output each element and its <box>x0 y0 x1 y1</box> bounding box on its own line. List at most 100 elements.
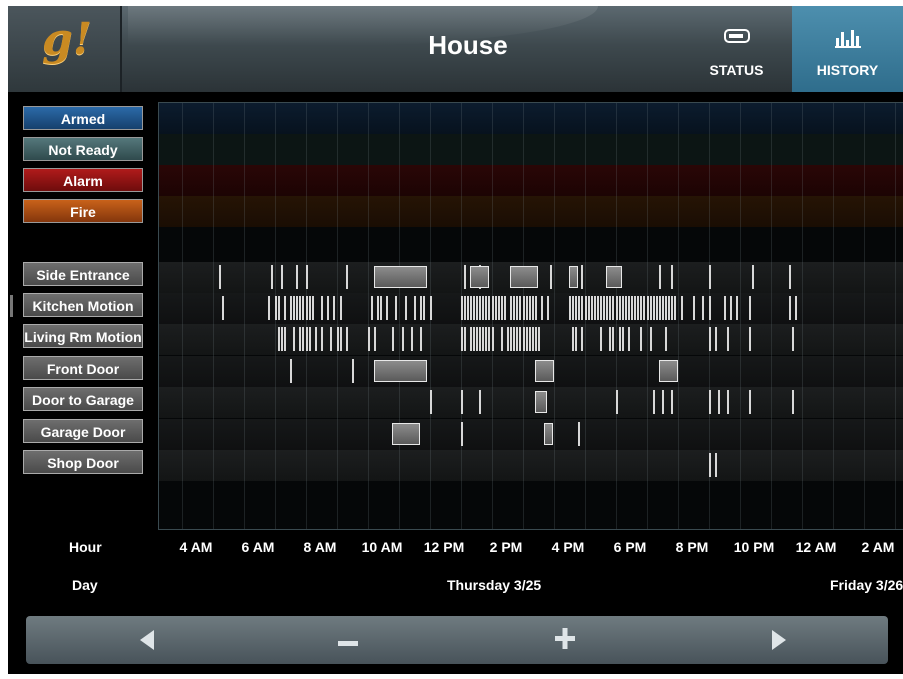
event-tick[interactable] <box>271 265 273 289</box>
event-tick[interactable] <box>333 296 335 320</box>
event-tick[interactable] <box>622 327 624 351</box>
event-tick[interactable] <box>377 296 379 320</box>
event-tick[interactable] <box>526 327 528 351</box>
event-tick[interactable] <box>306 265 308 289</box>
status-button[interactable]: STATUS <box>684 6 789 92</box>
event-tick[interactable] <box>299 296 301 320</box>
event-tick[interactable] <box>625 296 627 320</box>
event-block[interactable] <box>535 391 547 413</box>
event-tick[interactable] <box>340 296 342 320</box>
event-block[interactable] <box>374 266 427 288</box>
history-button[interactable]: HISTORY <box>792 6 903 92</box>
event-tick[interactable] <box>337 327 339 351</box>
event-tick[interactable] <box>293 296 295 320</box>
event-tick[interactable] <box>585 296 587 320</box>
event-block[interactable] <box>544 423 553 445</box>
event-tick[interactable] <box>532 296 534 320</box>
event-tick[interactable] <box>789 296 791 320</box>
event-tick[interactable] <box>659 265 661 289</box>
event-tick[interactable] <box>488 327 490 351</box>
event-tick[interactable] <box>526 296 528 320</box>
event-tick[interactable] <box>749 390 751 414</box>
event-tick[interactable] <box>792 327 794 351</box>
event-tick[interactable] <box>281 265 283 289</box>
event-tick[interactable] <box>702 296 704 320</box>
event-tick[interactable] <box>612 296 614 320</box>
event-tick[interactable] <box>550 265 552 289</box>
event-tick[interactable] <box>752 265 754 289</box>
event-tick[interactable] <box>290 296 292 320</box>
event-tick[interactable] <box>795 296 797 320</box>
event-tick[interactable] <box>578 296 580 320</box>
event-tick[interactable] <box>411 327 413 351</box>
event-tick[interactable] <box>650 327 652 351</box>
event-tick[interactable] <box>467 296 469 320</box>
event-tick[interactable] <box>628 296 630 320</box>
event-tick[interactable] <box>278 296 280 320</box>
event-tick[interactable] <box>464 296 466 320</box>
event-tick[interactable] <box>492 296 494 320</box>
event-tick[interactable] <box>306 327 308 351</box>
event-tick[interactable] <box>470 327 472 351</box>
event-tick[interactable] <box>495 296 497 320</box>
event-tick[interactable] <box>461 422 463 446</box>
event-tick[interactable] <box>461 296 463 320</box>
event-tick[interactable] <box>516 296 518 320</box>
event-tick[interactable] <box>430 390 432 414</box>
event-tick[interactable] <box>681 296 683 320</box>
event-block[interactable] <box>535 360 554 382</box>
event-tick[interactable] <box>535 296 537 320</box>
event-tick[interactable] <box>709 390 711 414</box>
event-tick[interactable] <box>529 296 531 320</box>
sensor-shop-door[interactable]: Shop Door <box>23 450 143 474</box>
event-tick[interactable] <box>380 296 382 320</box>
event-tick[interactable] <box>302 296 304 320</box>
event-tick[interactable] <box>479 390 481 414</box>
event-tick[interactable] <box>374 327 376 351</box>
event-tick[interactable] <box>395 296 397 320</box>
event-tick[interactable] <box>482 327 484 351</box>
zoom-in-button[interactable] <box>535 616 595 664</box>
event-tick[interactable] <box>631 296 633 320</box>
event-tick[interactable] <box>597 296 599 320</box>
event-tick[interactable] <box>498 296 500 320</box>
event-tick[interactable] <box>622 296 624 320</box>
event-tick[interactable] <box>523 296 525 320</box>
event-tick[interactable] <box>476 327 478 351</box>
event-tick[interactable] <box>523 327 525 351</box>
event-tick[interactable] <box>504 296 506 320</box>
event-tick[interactable] <box>222 296 224 320</box>
event-tick[interactable] <box>606 296 608 320</box>
event-tick[interactable] <box>674 296 676 320</box>
sensor-front-door[interactable]: Front Door <box>23 356 143 380</box>
event-tick[interactable] <box>402 327 404 351</box>
event-tick[interactable] <box>609 327 611 351</box>
event-tick[interactable] <box>309 327 311 351</box>
event-tick[interactable] <box>371 296 373 320</box>
event-tick[interactable] <box>656 296 658 320</box>
event-tick[interactable] <box>392 327 394 351</box>
event-tick[interactable] <box>724 296 726 320</box>
event-tick[interactable] <box>461 390 463 414</box>
event-tick[interactable] <box>619 296 621 320</box>
event-tick[interactable] <box>352 359 354 383</box>
event-tick[interactable] <box>420 296 422 320</box>
event-tick[interactable] <box>275 296 277 320</box>
event-tick[interactable] <box>671 265 673 289</box>
event-tick[interactable] <box>492 327 494 351</box>
event-tick[interactable] <box>541 296 543 320</box>
event-tick[interactable] <box>284 327 286 351</box>
sensor-garage-door[interactable]: Garage Door <box>23 419 143 443</box>
event-tick[interactable] <box>538 327 540 351</box>
event-tick[interactable] <box>600 327 602 351</box>
event-tick[interactable] <box>485 327 487 351</box>
event-tick[interactable] <box>659 296 661 320</box>
event-tick[interactable] <box>575 327 577 351</box>
event-tick[interactable] <box>588 296 590 320</box>
event-tick[interactable] <box>572 327 574 351</box>
event-tick[interactable] <box>309 296 311 320</box>
event-tick[interactable] <box>321 327 323 351</box>
event-tick[interactable] <box>634 296 636 320</box>
event-tick[interactable] <box>330 327 332 351</box>
event-tick[interactable] <box>662 390 664 414</box>
